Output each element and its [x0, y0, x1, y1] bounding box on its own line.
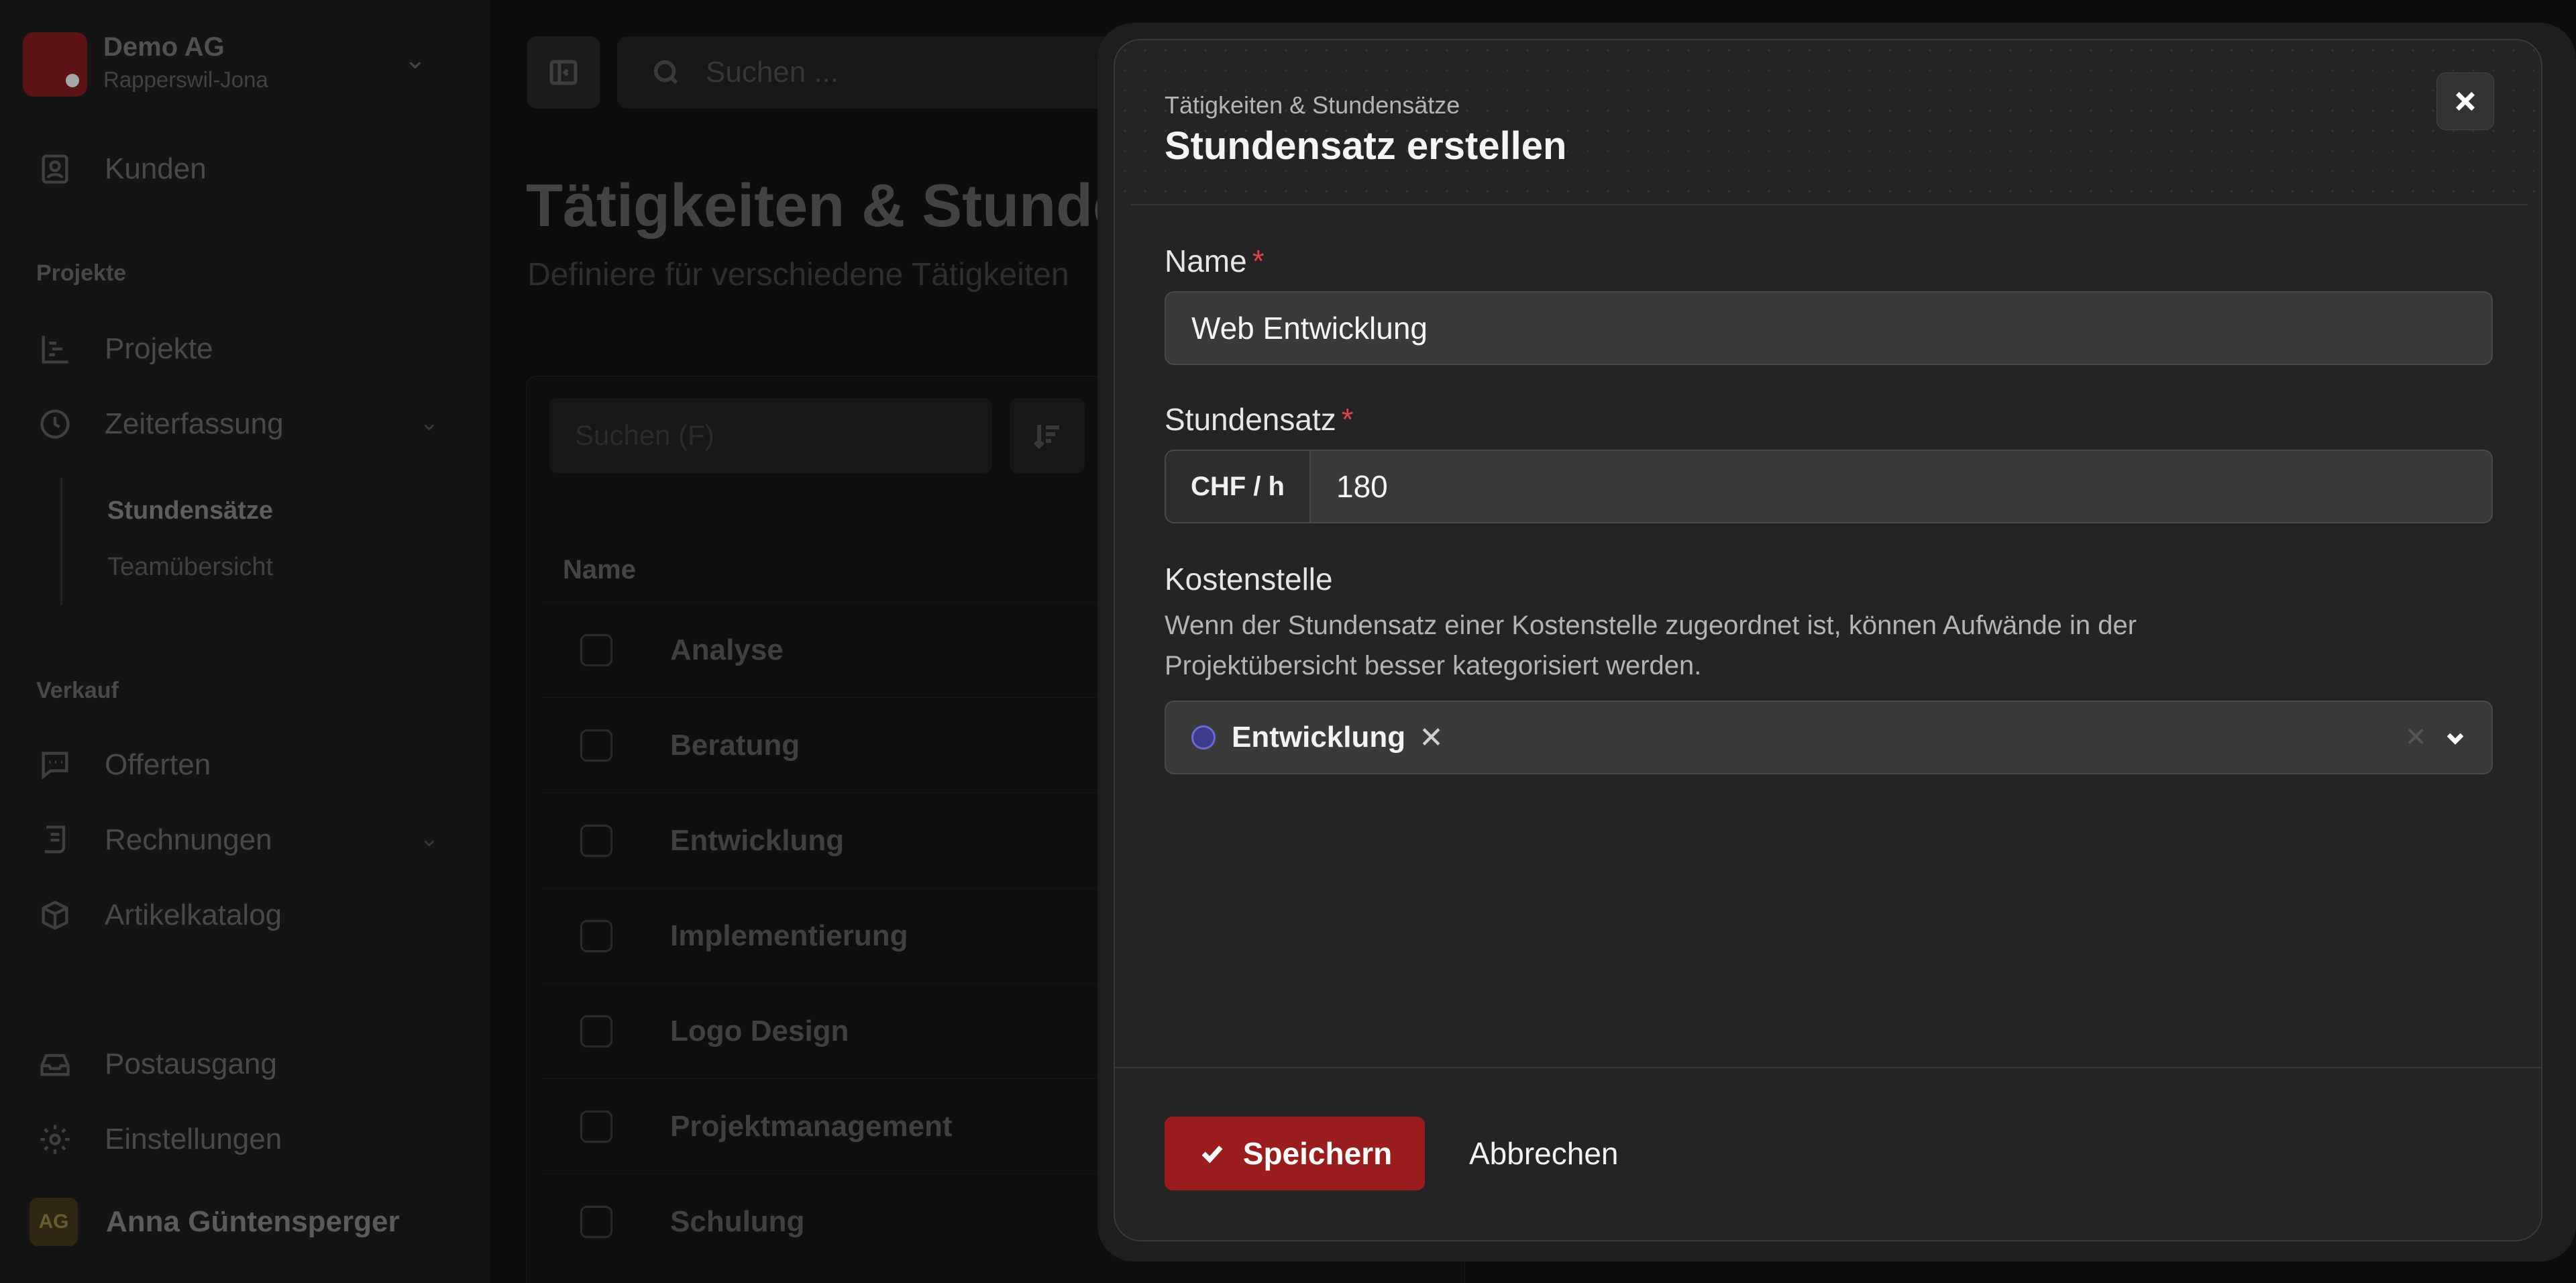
color-dot-icon	[1191, 725, 1216, 750]
remove-tag-icon[interactable]: ✕	[1419, 721, 1444, 755]
check-icon	[1201, 1145, 1223, 1164]
cost-center-help: Wenn der Stundensatz einer Kostenstelle …	[1165, 611, 2137, 680]
name-input[interactable]: Web Entwicklung	[1165, 291, 2493, 365]
rate-label-text: Stundensatz	[1165, 402, 1336, 437]
header-pattern	[1115, 40, 2541, 201]
required-marker: *	[1341, 402, 1354, 437]
rate-input-group: CHF / h 180	[1165, 450, 2493, 523]
chevron-down-icon[interactable]	[2442, 725, 2469, 755]
divider	[1131, 204, 2528, 205]
rate-unit-addon: CHF / h	[1166, 451, 1311, 522]
clear-selection-icon[interactable]: ✕	[2404, 722, 2427, 753]
dialog-title: Stundensatz erstellen	[1165, 124, 1567, 168]
required-marker: *	[1252, 244, 1265, 278]
close-icon	[2455, 91, 2475, 111]
rate-input[interactable]: 180	[1311, 468, 1388, 505]
dialog-supertitle: Tätigkeiten & Stundensätze	[1165, 91, 1460, 119]
rate-label: Stundensatz *	[1165, 401, 1354, 438]
app-root: Demo AG Rapperswil-Jona ⌄ Kunden Projekt…	[0, 0, 2576, 1283]
name-label: Name *	[1165, 243, 1265, 279]
cost-center-label: Kostenstelle	[1165, 562, 1333, 597]
footer-divider	[1115, 1067, 2541, 1068]
save-button-label: Speichern	[1242, 1136, 1393, 1171]
create-rate-dialog: Tätigkeiten & Stundensätze Stundensatz e…	[1114, 39, 2542, 1241]
cost-center-select[interactable]: Entwicklung ✕ ✕	[1165, 701, 2493, 774]
cancel-button[interactable]: Abbrechen	[1469, 1117, 1619, 1190]
name-label-text: Name	[1165, 244, 1247, 278]
save-button[interactable]: Speichern	[1165, 1117, 1425, 1190]
selected-tag-label: Entwicklung	[1232, 721, 1406, 754]
close-button[interactable]	[2436, 72, 2494, 130]
